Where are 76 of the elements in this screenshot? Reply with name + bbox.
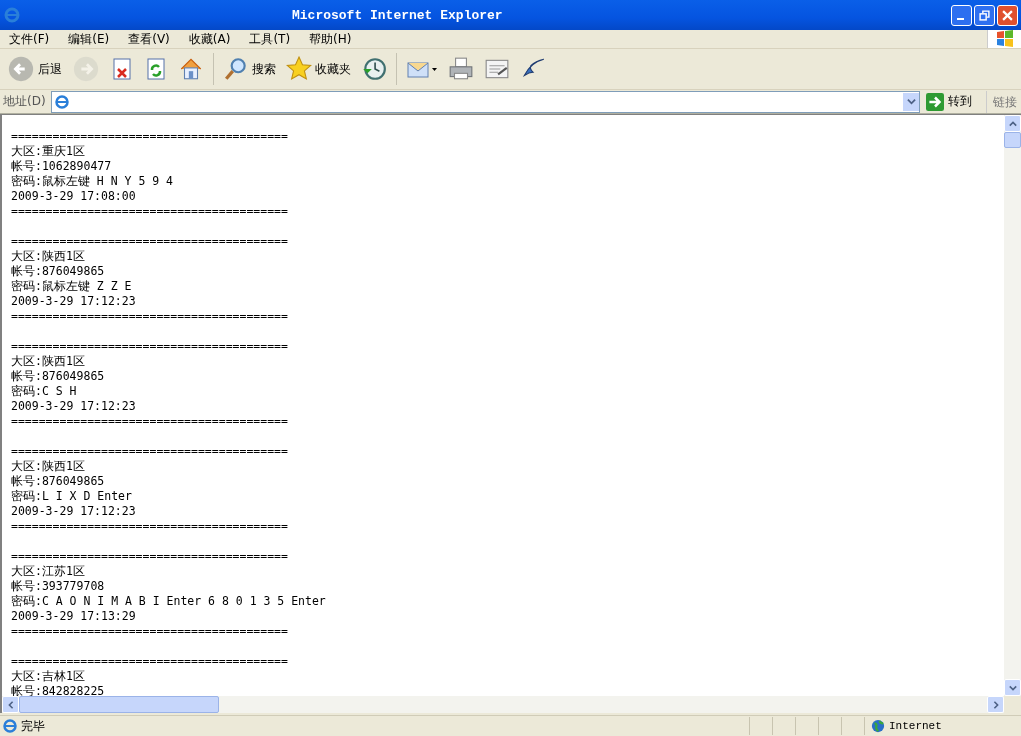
text-line: ======================================== — [11, 549, 289, 564]
text-line: ======================================== — [11, 519, 289, 534]
text-line: 帐号:876049865 — [11, 369, 106, 384]
text-line: 密码:C S H — [11, 384, 78, 399]
text-line: 帐号:1062890477 — [11, 159, 113, 174]
text-line: 帐号:876049865 — [11, 264, 106, 279]
page-icon — [54, 93, 70, 110]
text-line: 密码:鼠标左键 Z Z E — [11, 279, 133, 294]
text-line: 大区:重庆1区 — [11, 144, 86, 159]
text-line: 大区:陕西1区 — [11, 459, 86, 474]
back-label: 后退 — [38, 60, 62, 78]
text-line: 2009-3-29 17:12:23 — [11, 504, 137, 519]
ie-logo-icon — [4, 7, 20, 23]
restore-icon — [979, 9, 990, 21]
star-icon — [286, 56, 312, 82]
text-line: ======================================== — [11, 234, 289, 249]
menu-item[interactable]: 工具(T) — [244, 30, 299, 48]
status-text: 完毕 — [21, 717, 45, 735]
favorites-label: 收藏夹 — [315, 60, 351, 78]
search-button[interactable]: 搜索 — [220, 54, 279, 84]
search-label: 搜索 — [252, 60, 276, 78]
go-button[interactable]: 转到 — [920, 92, 986, 111]
text-line: 帐号:393779708 — [11, 579, 106, 594]
restore-button[interactable] — [974, 4, 995, 26]
text-line: ======================================== — [11, 654, 289, 669]
security-zone: Internet — [889, 720, 942, 732]
minimize-button[interactable] — [951, 4, 972, 26]
scroll-down-button[interactable] — [1004, 679, 1021, 696]
text-line: ======================================== — [11, 414, 289, 429]
text-line: ======================================== — [11, 129, 289, 144]
menu-item[interactable]: 帮助(H) — [304, 30, 360, 48]
text-line: ======================================== — [11, 444, 289, 459]
text-line: ======================================== — [11, 309, 289, 324]
favorites-button[interactable]: 收藏夹 — [283, 54, 354, 84]
text-line: ======================================== — [11, 624, 289, 639]
text-line: 帐号:842828225 — [11, 684, 106, 696]
horizontal-scrollbar[interactable] — [0, 696, 1021, 713]
text-line: 2009-3-29 17:13:29 — [11, 609, 137, 624]
windows-flag-icon — [987, 30, 1021, 48]
window-title: Microsoft Internet Explorer — [292, 7, 503, 23]
scroll-thumb[interactable] — [1004, 132, 1021, 148]
close-button[interactable] — [997, 4, 1018, 26]
menu-item[interactable]: 收藏(A) — [183, 30, 239, 48]
scroll-right-button[interactable] — [987, 696, 1004, 713]
text-line: 大区:江苏1区 — [11, 564, 86, 579]
scroll-thumb[interactable] — [19, 696, 219, 713]
text-line: 密码:C A O N I M A B I Enter 6 8 0 1 3 5 Enter — [11, 594, 327, 609]
minimize-icon — [957, 17, 964, 20]
text-line: 大区:陕西1区 — [11, 354, 86, 369]
text-line: 大区:陕西1区 — [11, 249, 86, 264]
dropdown-button[interactable] — [903, 92, 919, 111]
text-line: 大区:吉林1区 — [11, 669, 86, 684]
menu-item[interactable]: 编辑(E) — [63, 30, 118, 48]
back-button[interactable]: 后退 — [4, 53, 65, 85]
menu-item[interactable]: 文件(F) — [4, 30, 58, 48]
text-line: 密码:L I X D Enter — [11, 489, 133, 504]
scroll-up-button[interactable] — [1004, 115, 1021, 132]
vertical-scrollbar[interactable] — [1004, 115, 1021, 696]
text-line: 2009-3-29 17:08:00 — [11, 189, 137, 204]
address-label: 地址(D) — [3, 93, 47, 110]
scroll-left-button[interactable] — [2, 696, 19, 713]
page-icon — [2, 718, 18, 734]
right-arrow-icon — [926, 92, 944, 111]
search-icon — [223, 56, 249, 82]
text-line: ======================================== — [11, 204, 289, 219]
caret-icon — [906, 97, 916, 106]
text-line: 2009-3-29 17:12:23 — [11, 399, 137, 414]
text-line: 密码:鼠标左键 H N Y 5 9 4 — [11, 174, 174, 189]
text-line: ======================================== — [11, 339, 289, 354]
menu-item[interactable]: 查看(V) — [123, 30, 178, 48]
address-field[interactable] — [51, 90, 920, 113]
text-line: 帐号:876049865 — [11, 474, 106, 489]
links-button[interactable]: 链接 — [986, 90, 1021, 113]
text-line: 2009-3-29 17:12:23 — [11, 294, 137, 309]
close-icon — [1002, 9, 1013, 21]
globe-icon — [871, 719, 885, 733]
